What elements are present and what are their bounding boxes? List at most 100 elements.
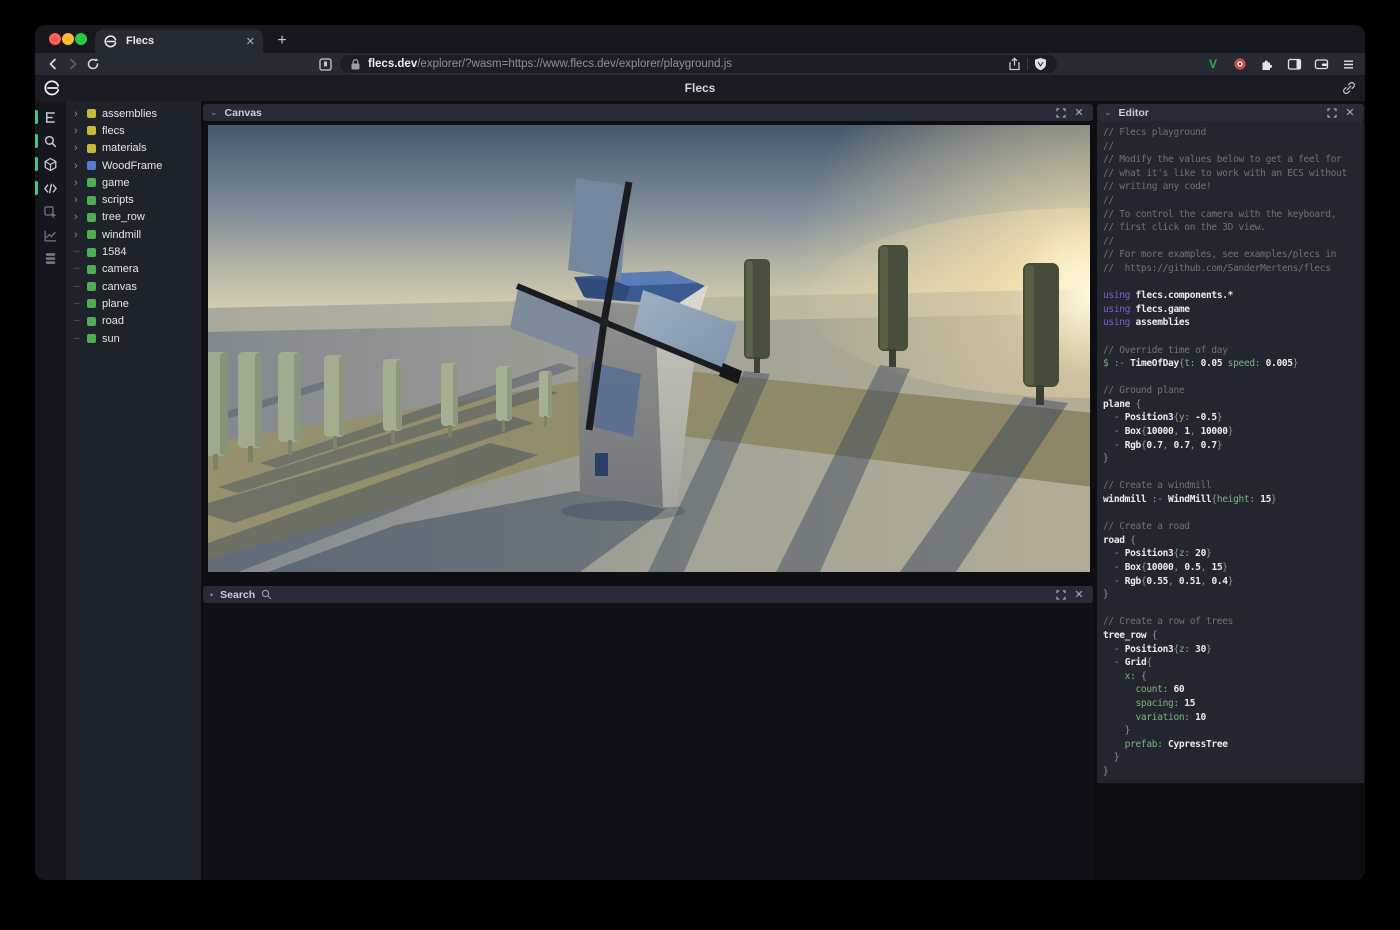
code-line bbox=[1103, 276, 1362, 290]
editor-close-button[interactable]: ✕ bbox=[1343, 106, 1357, 120]
expand-chevron-icon[interactable]: › bbox=[74, 143, 84, 153]
address-bar[interactable]: flecs.dev/explorer/?wasm=https://www.fle… bbox=[340, 55, 1057, 73]
traffic-minimize-button[interactable] bbox=[62, 33, 74, 45]
bookmarks-button[interactable] bbox=[315, 55, 335, 73]
code-line: // Override time of day bbox=[1103, 344, 1362, 358]
new-tab-button[interactable]: + bbox=[271, 30, 293, 52]
code-area[interactable]: // Flecs playground//// Modify the value… bbox=[1097, 121, 1364, 783]
expand-chevron-icon[interactable]: › bbox=[74, 161, 84, 171]
wallet-icon bbox=[1314, 57, 1329, 71]
tree-item-materials[interactable]: ›materials bbox=[66, 140, 201, 157]
entity-tree-panel-button[interactable] bbox=[35, 106, 66, 128]
tree-item-label: sun bbox=[102, 333, 120, 345]
tree-item-sun[interactable]: – sun bbox=[66, 330, 201, 347]
tree-item-game[interactable]: ›game bbox=[66, 174, 201, 191]
search-panel-button[interactable] bbox=[35, 130, 66, 152]
tree-item-label: 1584 bbox=[102, 246, 126, 258]
tree-item-label: tree_row bbox=[102, 211, 145, 223]
tree-item-plane[interactable]: –plane bbox=[66, 295, 201, 312]
canvas-panel-header[interactable]: ⌄ Canvas ✕ bbox=[203, 104, 1093, 121]
tree-item-canvas[interactable]: –canvas bbox=[66, 278, 201, 295]
code-line bbox=[1103, 507, 1362, 521]
code-line: // Ground plane bbox=[1103, 384, 1362, 398]
tree-item-tree_row[interactable]: › tree_row bbox=[66, 209, 201, 226]
statistics-panel-button[interactable] bbox=[35, 224, 66, 246]
collapse-chevron-icon[interactable]: ⌄ bbox=[1104, 107, 1112, 118]
entity-kind-swatch bbox=[87, 109, 96, 118]
code-line: } bbox=[1103, 751, 1362, 765]
code-line: - Rgb{0.55, 0.51, 0.4} bbox=[1103, 575, 1362, 589]
entity-kind-swatch bbox=[87, 144, 96, 153]
expand-chevron-icon[interactable]: › bbox=[74, 126, 84, 136]
extensions-button[interactable] bbox=[1258, 55, 1276, 73]
cypress-tree bbox=[278, 352, 301, 455]
tree-item-road[interactable]: –road bbox=[66, 313, 201, 330]
active-indicator bbox=[35, 181, 38, 195]
active-indicator bbox=[35, 134, 38, 148]
expand-chevron-icon[interactable]: › bbox=[74, 212, 84, 222]
cypress-tree bbox=[324, 355, 345, 450]
red-extension-icon bbox=[1233, 57, 1247, 71]
tree-item-scripts[interactable]: ›scripts bbox=[66, 191, 201, 208]
tree-item-1584[interactable]: – 1584 bbox=[66, 243, 201, 260]
canvas-3d-panel-button[interactable] bbox=[35, 153, 66, 175]
code-line: // bbox=[1103, 194, 1362, 208]
active-indicator bbox=[35, 157, 38, 171]
tree-item-windmill[interactable]: ›windmill bbox=[66, 226, 201, 243]
code-line: - Box{10000, 1, 10000} bbox=[1103, 425, 1362, 439]
tables-panel-button[interactable] bbox=[35, 247, 66, 269]
search-panel-header[interactable]: • Search ✕ bbox=[203, 586, 1093, 603]
wallet-button[interactable] bbox=[1312, 55, 1330, 73]
center-column: ⌄ Canvas ✕ bbox=[203, 101, 1093, 880]
red-extension-button[interactable] bbox=[1231, 55, 1249, 73]
search-icon bbox=[261, 589, 272, 600]
expand-chevron-icon[interactable]: › bbox=[74, 178, 84, 188]
code-line: // first click on the 3D view. bbox=[1103, 221, 1362, 235]
editor-fullscreen-button[interactable] bbox=[1325, 106, 1339, 120]
forward-button[interactable] bbox=[63, 55, 83, 73]
code-line: - Position3{y: -0.5} bbox=[1103, 411, 1362, 425]
menu-button[interactable] bbox=[1339, 55, 1357, 73]
browser-window: Flecs ✕ + bbox=[35, 25, 1365, 880]
permalink-button[interactable] bbox=[1341, 80, 1357, 96]
tree-item-flecs[interactable]: › flecs bbox=[66, 122, 201, 139]
expand-chevron-icon[interactable]: › bbox=[74, 195, 84, 205]
tree-item-assemblies[interactable]: ›assemblies bbox=[66, 105, 201, 122]
code-line: // Create a road bbox=[1103, 520, 1362, 534]
sidebar-toggle-button[interactable] bbox=[1285, 55, 1303, 73]
leaf-dash-icon: – bbox=[74, 247, 84, 257]
search-close-button[interactable]: ✕ bbox=[1072, 588, 1086, 602]
canvas-3d-view[interactable] bbox=[208, 125, 1090, 572]
collapse-chevron-icon[interactable]: ⌄ bbox=[210, 107, 218, 118]
tree-item-label: flecs bbox=[102, 125, 125, 137]
code-editor-panel-button[interactable] bbox=[35, 177, 66, 199]
brave-shield-icon[interactable] bbox=[1034, 57, 1047, 71]
browser-tab-flecs[interactable]: Flecs ✕ bbox=[95, 29, 263, 53]
editor-panel-header[interactable]: ⌄ Editor ✕ bbox=[1097, 104, 1364, 121]
tree-item-label: plane bbox=[102, 298, 129, 310]
leaf-dash-icon: – bbox=[74, 334, 84, 344]
tree-item-WoodFrame[interactable]: ›WoodFrame bbox=[66, 157, 201, 174]
tree-item-label: road bbox=[102, 315, 124, 327]
canvas-fullscreen-button[interactable] bbox=[1054, 106, 1068, 120]
code-line: prefab: CypressTree bbox=[1103, 738, 1362, 752]
expand-chevron-icon[interactable]: › bbox=[74, 230, 84, 240]
code-line bbox=[1103, 602, 1362, 616]
collapsed-bullet-icon[interactable]: • bbox=[210, 590, 213, 600]
page-title: Flecs bbox=[35, 75, 1365, 101]
traffic-close-button[interactable] bbox=[49, 33, 61, 45]
entity-kind-swatch bbox=[87, 161, 96, 170]
inspector-panel-button[interactable] bbox=[35, 201, 66, 223]
code-line: // Flecs playground bbox=[1103, 126, 1362, 140]
expand-chevron-icon[interactable]: › bbox=[74, 109, 84, 119]
search-fullscreen-button[interactable] bbox=[1054, 588, 1068, 602]
tab-close-icon[interactable]: ✕ bbox=[246, 35, 255, 48]
canvas-close-button[interactable]: ✕ bbox=[1072, 106, 1086, 120]
back-button[interactable] bbox=[43, 55, 63, 73]
traffic-zoom-button[interactable] bbox=[75, 33, 87, 45]
tree-item-camera[interactable]: –camera bbox=[66, 261, 201, 278]
code-line: // what it's like to work with an ECS wi… bbox=[1103, 167, 1362, 181]
reload-button[interactable] bbox=[83, 55, 103, 73]
share-icon[interactable] bbox=[1008, 57, 1021, 71]
v-extension-button[interactable]: V bbox=[1204, 55, 1222, 73]
